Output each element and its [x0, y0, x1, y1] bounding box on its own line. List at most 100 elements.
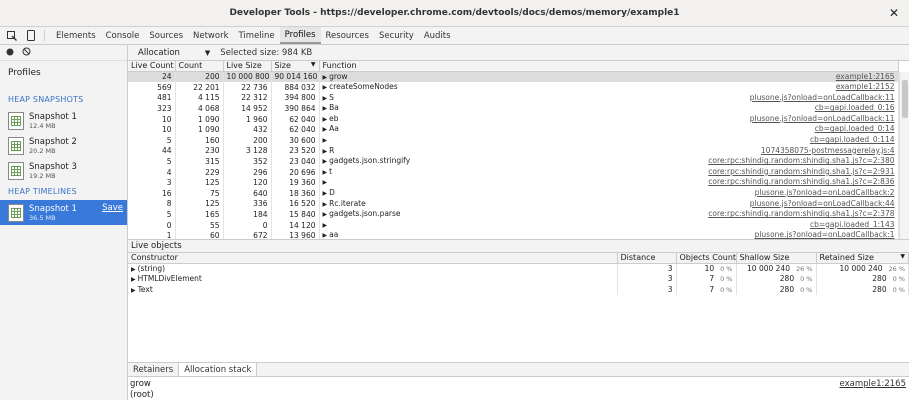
source-link[interactable]: plusone.js?onload=onLoadCallback:1	[755, 230, 895, 239]
expand-triangle-icon[interactable]: ▶	[323, 179, 328, 186]
expand-triangle-icon[interactable]: ▶	[323, 158, 328, 165]
tab-elements[interactable]: Elements	[51, 27, 101, 44]
col-live-size[interactable]: Live Size	[223, 61, 272, 72]
table-row[interactable]: 16 75 640 18 360 ▶ Dplusone.js?onload=onLoadC…	[128, 188, 899, 199]
table-row[interactable]: 4 229 296 20 696 ▶ t core:rpc:shindig.random:s…	[128, 166, 899, 178]
stack-function: grow	[130, 379, 151, 389]
expand-triangle-icon[interactable]: ▶	[323, 137, 328, 144]
view-select[interactable]: Allocation	[138, 48, 180, 58]
expand-triangle-icon[interactable]: ▶	[323, 74, 328, 81]
expand-triangle-icon[interactable]: ▶	[323, 201, 328, 208]
expand-triangle-icon[interactable]: ▶	[323, 84, 328, 91]
expand-triangle-icon[interactable]: ▶	[323, 222, 328, 229]
save-link[interactable]: Save	[102, 203, 123, 213]
scrollbar-thumb[interactable]	[902, 80, 908, 118]
expand-triangle-icon[interactable]: ▶	[323, 232, 328, 239]
col-retained-size[interactable]: Retained Size ▼	[816, 253, 909, 264]
expand-triangle-icon[interactable]: ▶	[323, 211, 328, 218]
expand-triangle-icon[interactable]: ▶	[323, 116, 328, 123]
expand-triangle-icon[interactable]: ▶	[323, 190, 328, 197]
close-icon[interactable]: ✕	[889, 6, 899, 20]
table-row[interactable]: 1 60 672 13 960 ▶ aa plusone.js?onload=onLoadC…	[128, 230, 899, 239]
tab-network[interactable]: Network	[188, 27, 234, 44]
expand-triangle-icon[interactable]: ▶	[323, 95, 328, 102]
shallow-size-value: 280	[779, 274, 795, 284]
source-link[interactable]: cb=gapi.loaded_0:16	[815, 103, 895, 114]
cell-function: ▶ t core:rpc:shindig.random:shindig.sha1.j…	[320, 166, 899, 178]
tab-sources[interactable]: Sources	[144, 27, 188, 44]
snapshot-item[interactable]: Snapshot 3 19.2 MB	[0, 158, 127, 183]
tab-timeline[interactable]: Timeline	[234, 27, 280, 44]
source-link[interactable]: cb=gapi.loaded_1:143	[810, 220, 895, 231]
tab-security[interactable]: Security	[374, 27, 419, 44]
expand-triangle-icon[interactable]: ▶	[323, 105, 328, 112]
expand-triangle-icon[interactable]: ▶	[323, 169, 328, 176]
expand-triangle-icon[interactable]: ▶	[131, 276, 136, 283]
record-icon[interactable]	[6, 48, 14, 58]
source-link[interactable]: plusone.js?onload=onLoadCallback:2	[755, 188, 895, 199]
expand-triangle-icon[interactable]: ▶	[323, 148, 328, 155]
timeline-item-selected[interactable]: Snapshot 1 36.5 MB Save	[0, 200, 127, 225]
chevron-down-icon[interactable]: ▼	[205, 49, 210, 57]
table-row[interactable]: 5 315 352 23 040 ▶ gadgets.json.stringify core…	[128, 156, 899, 167]
table-row[interactable]: 10 1 090 1 960 62 040 ▶ eb plusone.js?onload=o…	[128, 113, 899, 125]
cell-live-size: 1 960	[223, 113, 272, 125]
expand-triangle-icon[interactable]: ▶	[323, 126, 328, 133]
source-link[interactable]: core:rpc:shindig.random:shindig.sha1.js?…	[708, 177, 894, 188]
tab-audits[interactable]: Audits	[419, 27, 456, 44]
table-row[interactable]: 3 125 120 19 360 ▶ core:rpc:shindig.random:sh…	[128, 177, 899, 189]
source-link[interactable]: cb=gapi.loaded_0:14	[815, 124, 895, 135]
source-link[interactable]: example1:2165	[836, 72, 895, 83]
allocation-scrollbar[interactable]	[899, 72, 909, 239]
table-row[interactable]: ▶ (string) 3 10 0 % 10 000 240 26 % 10 000 240 2…	[128, 263, 909, 274]
col-live-count[interactable]: Live Count	[128, 61, 176, 72]
clear-icon[interactable]	[22, 47, 31, 58]
table-row[interactable]: 5 160 200 30 600 ▶ cb=gapi.loaded_0:114	[128, 135, 899, 146]
device-mode-icon[interactable]	[24, 27, 38, 44]
source-link[interactable]: plusone.js?onload=onLoadCallback:44	[750, 199, 895, 210]
table-row[interactable]: 0 55 0 14 120 ▶ cb=gapi.loaded_1:143	[128, 219, 899, 231]
col-function[interactable]: Function	[319, 61, 899, 72]
source-link[interactable]: core:rpc:shindig.random:shindig.sha1.js?…	[708, 156, 894, 167]
cell-function: ▶ Rc.iterate plusone.js?onload=onLoadCallb…	[320, 198, 899, 210]
source-link[interactable]: plusone.js?onload=onLoadCallback:11	[750, 114, 895, 125]
cell-live-size: 432	[223, 124, 272, 136]
allocation-rows: 24 200 10 000 800 90 014 160 ▶ grow example1:2…	[128, 71, 899, 239]
cell-live-count: 24	[128, 71, 176, 83]
col-count[interactable]: Count	[175, 61, 224, 72]
cell-function: ▶ Aa cb=gapi.loaded_0:14	[320, 124, 899, 136]
snapshot-item[interactable]: Snapshot 2 20.2 MB	[0, 133, 127, 158]
table-row[interactable]: ▶ Text 3 7 0 % 280 0 % 280 0 %	[128, 284, 909, 295]
inspect-element-icon[interactable]	[5, 27, 19, 44]
col-objects-count[interactable]: Objects Count	[676, 253, 737, 264]
col-constructor[interactable]: Constructor	[128, 253, 618, 264]
snapshot-item[interactable]: Snapshot 1 12.4 MB	[0, 108, 127, 133]
heap-snapshots-header: HEAP SNAPSHOTS	[8, 95, 84, 104]
source-link[interactable]: 1074358075-postmessagerelay.js:4	[761, 146, 895, 157]
tab-allocation-stack[interactable]: Allocation stack	[179, 363, 258, 376]
col-distance[interactable]: Distance	[617, 253, 677, 264]
source-link[interactable]: plusone.js?onload=onLoadCallback:11	[750, 93, 895, 104]
source-link[interactable]: cb=gapi.loaded_0:114	[810, 135, 895, 146]
col-shallow-size[interactable]: Shallow Size	[736, 253, 817, 264]
expand-triangle-icon[interactable]: ▶	[131, 266, 136, 273]
table-row[interactable]: 5 165 184 15 840 ▶ gadgets.json.parse core:rpc…	[128, 209, 899, 220]
table-row[interactable]: 569 22 201 22 736 884 032 ▶ createSomeNodes ex…	[128, 82, 899, 93]
table-row[interactable]: 8 125 336 16 520 ▶ Rc.iterate plusone.js?onloa…	[128, 198, 899, 210]
table-row[interactable]: 10 1 090 432 62 040 ▶ Aa cb=gapi.loaded_0:14	[128, 124, 899, 136]
expand-triangle-icon[interactable]: ▶	[131, 287, 136, 294]
tab-console[interactable]: Console	[101, 27, 145, 44]
table-row[interactable]: 481 4 115 22 312 394 800 ▶ Splusone.js?onload…	[128, 92, 899, 104]
table-row[interactable]: ▶ HTMLDivElement 3 7 0 % 280 0 % 280 0 %	[128, 273, 909, 285]
source-link[interactable]: core:rpc:shindig.random:shindig.sha1.js?…	[708, 167, 894, 178]
tab-retainers[interactable]: Retainers	[128, 363, 180, 376]
table-row[interactable]: 44 230 3 128 23 520 ▶ R 1074358075-postmessage…	[128, 145, 899, 157]
tab-profiles[interactable]: Profiles	[279, 27, 321, 44]
table-row[interactable]: 323 4 068 14 952 390 864 ▶ Ba cb=gapi.loaded_0…	[128, 103, 899, 114]
source-link[interactable]: example1:2152	[836, 82, 895, 93]
source-link[interactable]: core:rpc:shindig.random:shindig.sha1.js?…	[708, 209, 894, 220]
stack-source-link[interactable]: example1:2165	[840, 379, 909, 390]
table-row[interactable]: 24 200 10 000 800 90 014 160 ▶ grow example1:2…	[128, 71, 899, 83]
col-size[interactable]: Size ▼	[271, 61, 320, 72]
tab-resources[interactable]: Resources	[321, 27, 374, 44]
